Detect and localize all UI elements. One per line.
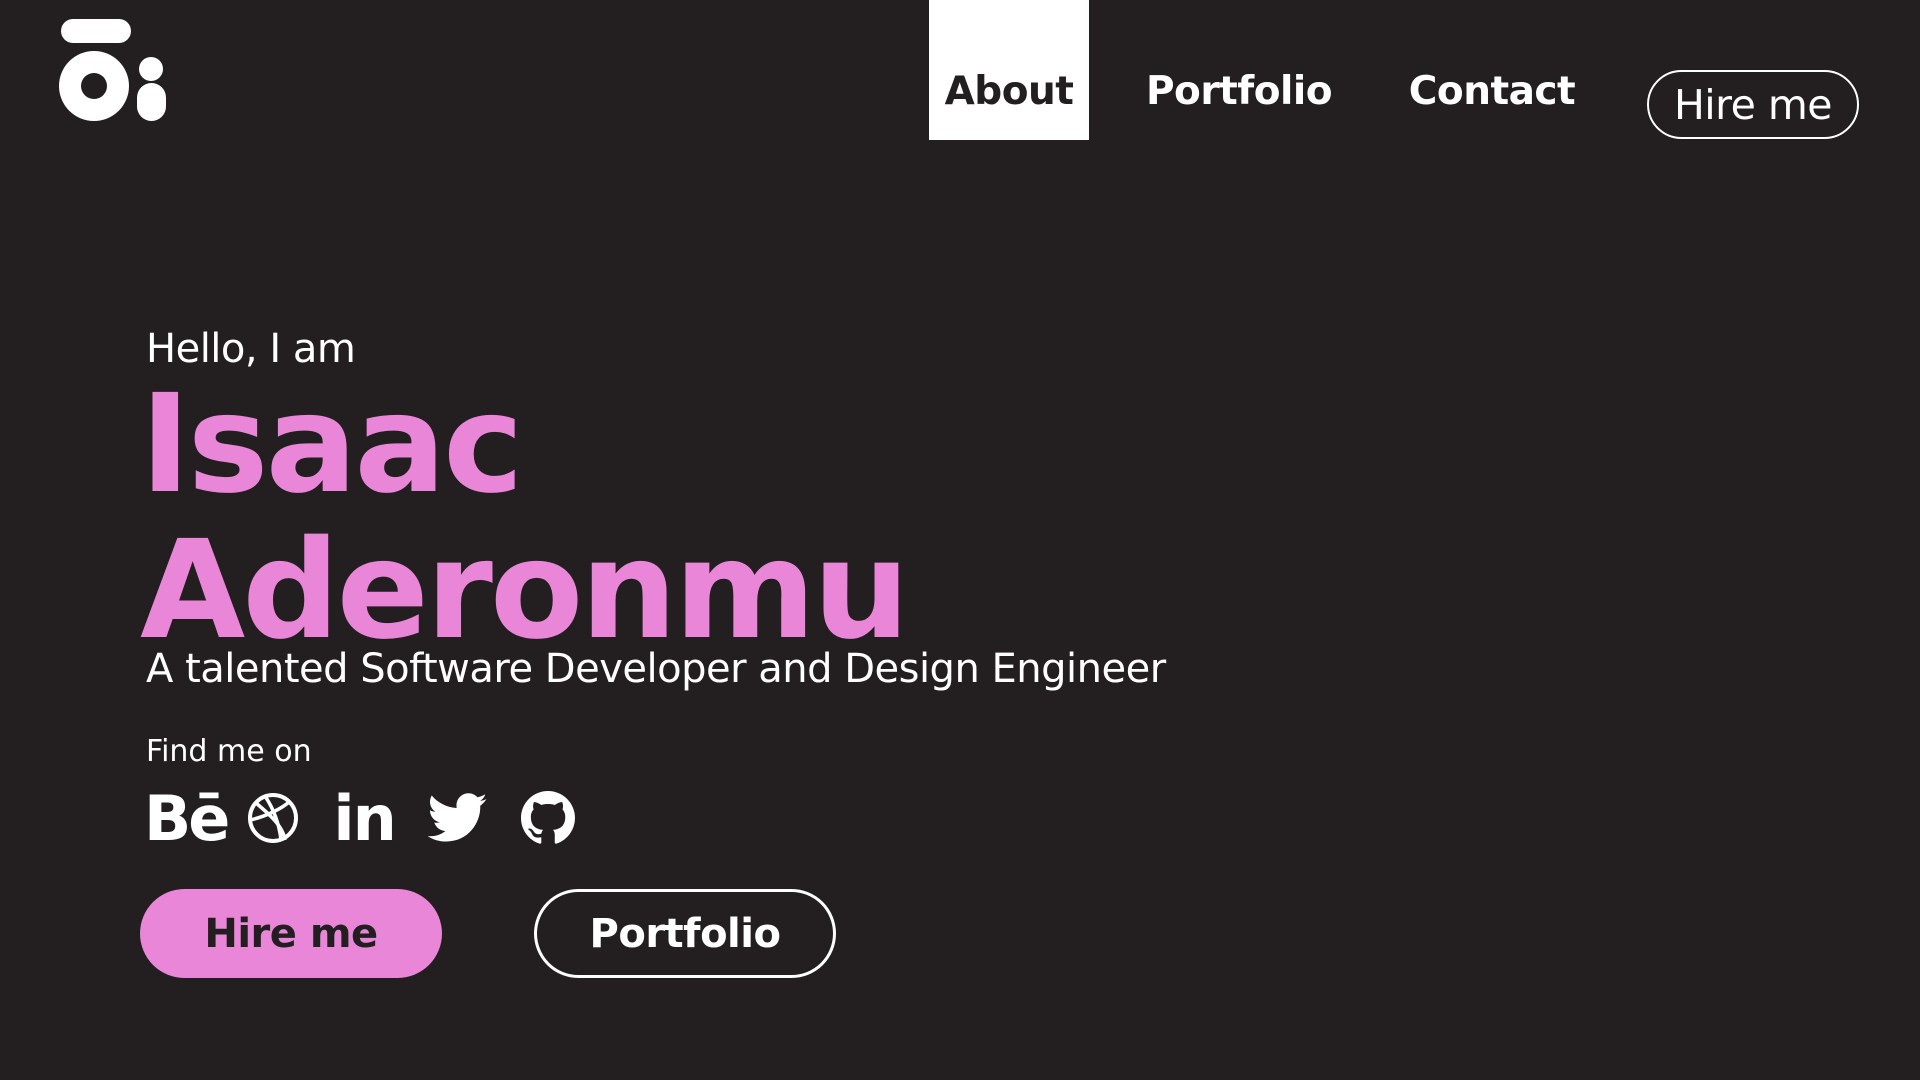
- github-icon[interactable]: [520, 788, 576, 848]
- nav-portfolio[interactable]: Portfolio: [1131, 0, 1347, 140]
- nav-about[interactable]: About: [929, 0, 1089, 140]
- hero-name: Isaac Aderonmu: [140, 366, 910, 670]
- linkedin-icon[interactable]: in: [333, 782, 396, 855]
- hire-me-button-label: Hire me: [204, 910, 378, 957]
- find-me-label: Find me on: [146, 734, 312, 769]
- first-name: Isaac: [140, 366, 524, 524]
- twitter-icon[interactable]: [426, 788, 490, 848]
- nav-contact-label: Contact: [1408, 69, 1576, 114]
- initials-logo-icon[interactable]: [59, 19, 167, 121]
- nav-contact[interactable]: Contact: [1392, 0, 1592, 140]
- dribbble-svg: [248, 793, 298, 843]
- portfolio-button-label: Portfolio: [589, 910, 781, 957]
- hire-me-button[interactable]: Hire me: [140, 889, 442, 978]
- last-name: Aderonmu: [140, 512, 910, 670]
- tagline: A talented Software Developer and Design…: [146, 646, 1166, 692]
- nav-about-label: About: [944, 69, 1074, 114]
- nav-portfolio-label: Portfolio: [1145, 69, 1333, 114]
- nav-hire-me-label: Hire me: [1673, 80, 1833, 129]
- behance-glyph: Bē: [144, 781, 230, 855]
- behance-icon[interactable]: Bē: [144, 782, 230, 855]
- portfolio-button[interactable]: Portfolio: [534, 889, 836, 978]
- dribbble-icon[interactable]: [246, 788, 300, 848]
- social-links: Bē in: [144, 782, 576, 855]
- nav-hire-me-button[interactable]: Hire me: [1647, 70, 1859, 139]
- page: About Portfolio Contact Hire me Hello, I…: [0, 0, 1920, 1080]
- linkedin-glyph: in: [333, 781, 396, 855]
- github-svg: [521, 791, 575, 844]
- twitter-svg: [428, 793, 487, 842]
